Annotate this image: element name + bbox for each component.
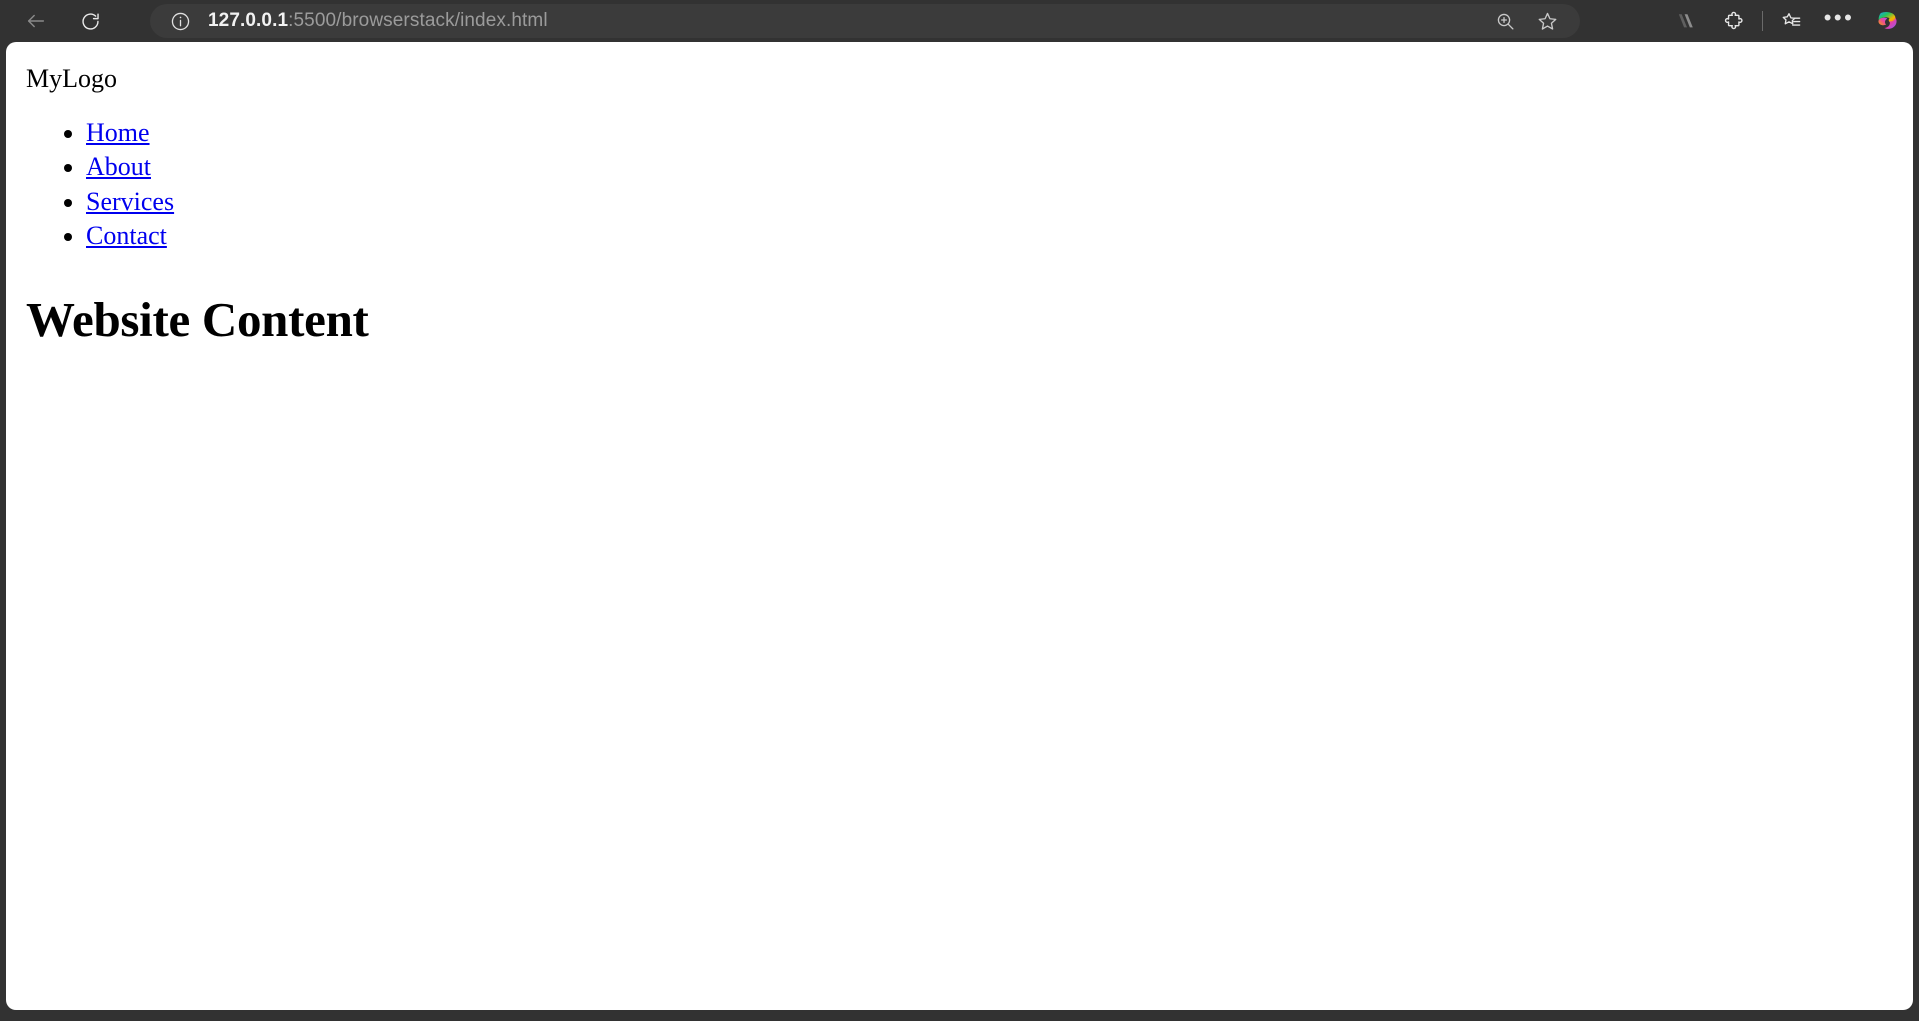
arrow-left-icon	[25, 10, 47, 32]
puzzle-piece-icon[interactable]	[1710, 3, 1758, 39]
browser-window: 127.0.0.1:5500/browserstack/index.html •…	[0, 0, 1919, 1021]
list-item: Services	[86, 185, 1913, 219]
nav-link-contact[interactable]: Contact	[86, 221, 167, 250]
url-text[interactable]: 127.0.0.1:5500/browserstack/index.html	[208, 10, 1484, 32]
reload-icon	[80, 11, 101, 32]
url-host: 127.0.0.1	[208, 10, 289, 31]
list-item: Home	[86, 116, 1913, 150]
nav-link-services[interactable]: Services	[86, 187, 174, 216]
toolbar-divider	[1762, 11, 1763, 31]
extension-mountain-icon[interactable]	[1662, 3, 1710, 39]
ellipsis-glyph: •••	[1823, 5, 1855, 30]
website-content: MyLogo Home About Services Contact Websi…	[6, 64, 1913, 347]
browser-toolbar: 127.0.0.1:5500/browserstack/index.html •…	[0, 0, 1919, 42]
list-item: About	[86, 150, 1913, 184]
site-logo: MyLogo	[26, 64, 117, 93]
copilot-glyph	[1872, 6, 1902, 36]
url-path: :5500/browserstack/index.html	[288, 10, 548, 31]
back-button[interactable]	[14, 3, 58, 39]
page-title: Website Content	[26, 292, 369, 348]
list-item: Contact	[86, 219, 1913, 253]
page-viewport: MyLogo Home About Services Contact Websi…	[6, 42, 1913, 1010]
nav-link-home[interactable]: Home	[86, 118, 150, 147]
address-bar[interactable]: 127.0.0.1:5500/browserstack/index.html	[150, 4, 1580, 38]
copilot-icon[interactable]	[1863, 3, 1911, 39]
zoom-in-magnifier-icon[interactable]	[1484, 6, 1526, 36]
star-outline-icon[interactable]	[1526, 6, 1568, 36]
toolbar-right-icons: •••	[1662, 0, 1911, 42]
site-nav-list: Home About Services Contact	[6, 116, 1913, 253]
nav-link-about[interactable]: About	[86, 152, 151, 181]
collections-star-icon[interactable]	[1767, 3, 1815, 39]
address-bar-actions	[1484, 6, 1568, 36]
ellipsis-icon[interactable]: •••	[1815, 3, 1863, 39]
reload-button[interactable]	[68, 3, 112, 39]
info-circle-icon[interactable]	[168, 9, 192, 33]
